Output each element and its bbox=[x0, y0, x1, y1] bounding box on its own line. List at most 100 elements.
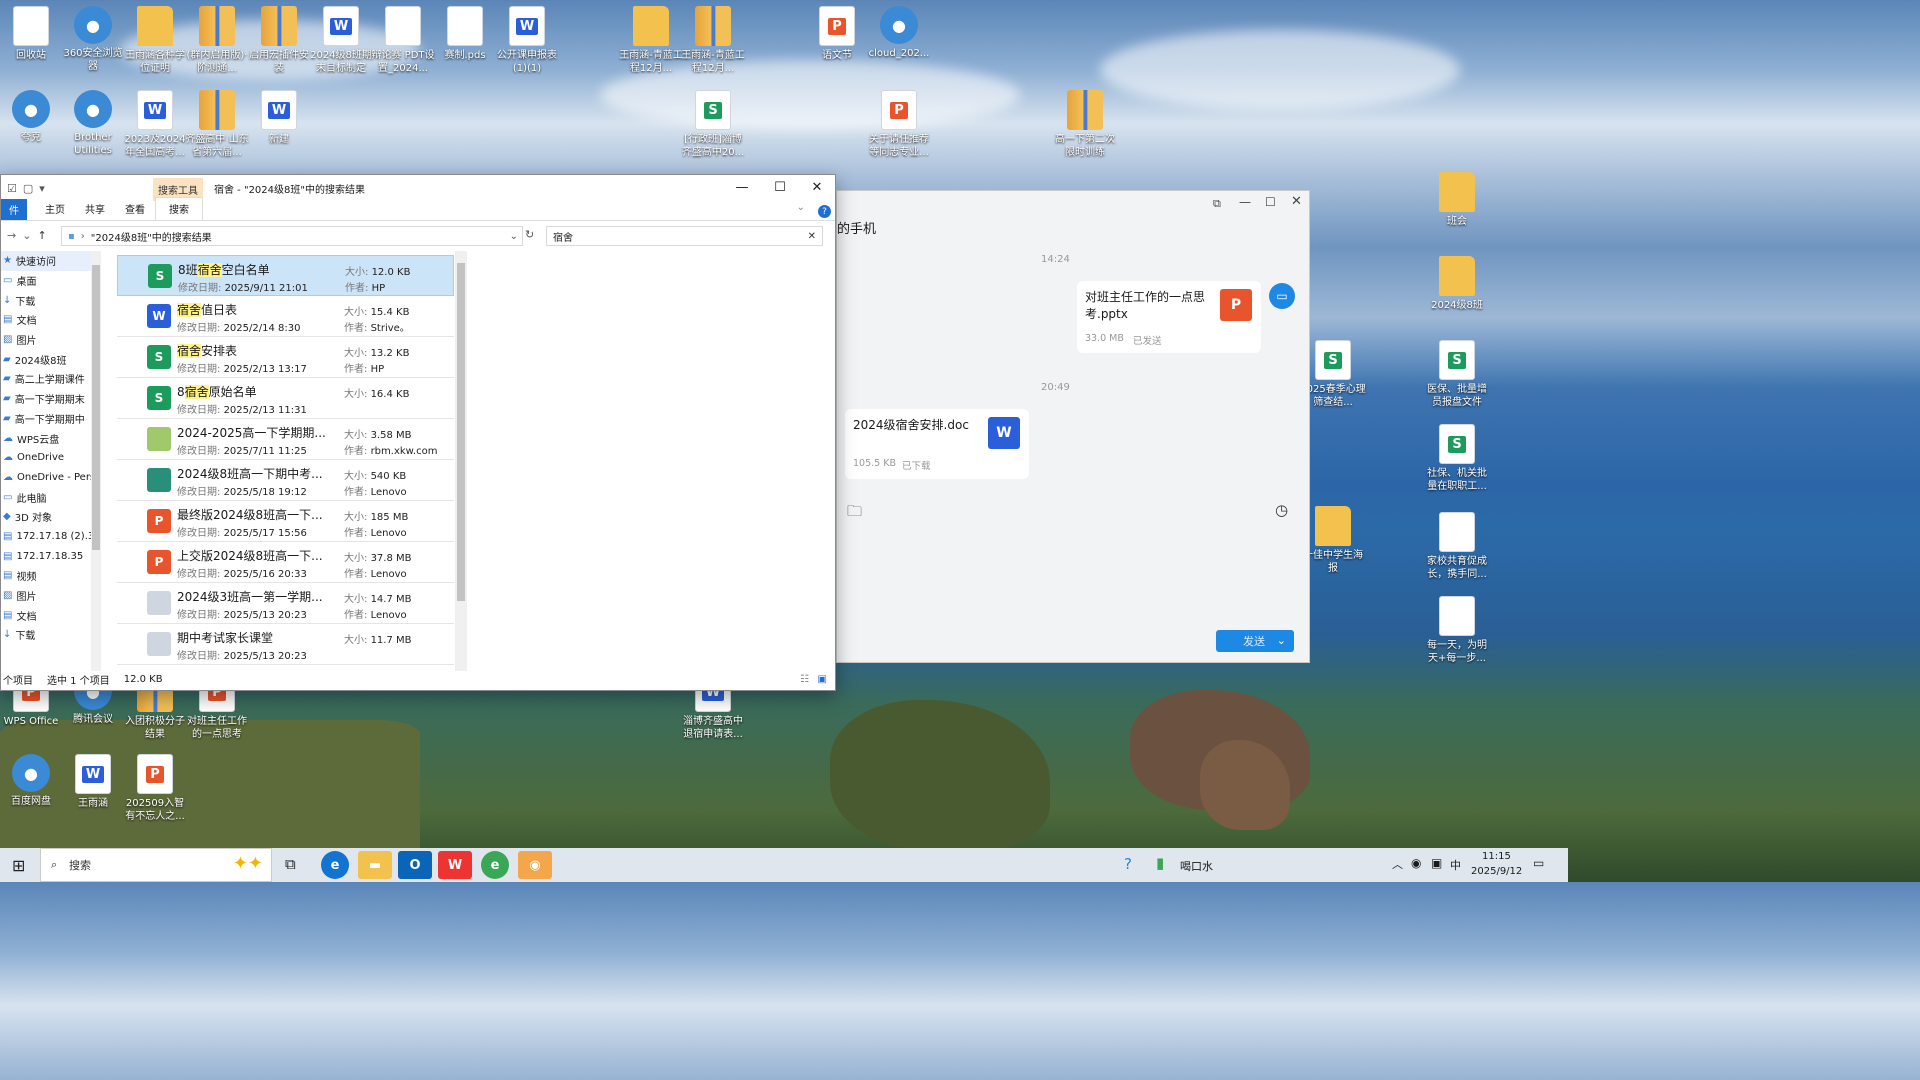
help-tray-icon[interactable]: ? bbox=[1124, 855, 1132, 873]
clock-date[interactable]: 2025/9/12 bbox=[1471, 866, 1522, 877]
nav-item[interactable]: ▤ 文档 bbox=[1, 310, 91, 330]
desktop-icon[interactable]: 王雨涵-青蓝工程12月... bbox=[618, 6, 684, 75]
minimize-button[interactable]: — bbox=[723, 175, 761, 199]
desktop-icon[interactable]: 家校共育促成长，携手同... bbox=[1424, 512, 1490, 581]
search-input[interactable]: 宿舍 ✕ bbox=[546, 226, 823, 246]
wps-icon[interactable]: W bbox=[438, 851, 472, 879]
search-result-row[interactable]: 2024级8班高一下期中考... 修改日期: 2025/5/18 19:12 大小:… bbox=[117, 460, 454, 501]
scroll-thumb[interactable] bbox=[457, 263, 465, 601]
tab-share[interactable]: 共享 bbox=[75, 201, 115, 220]
360-browser-icon[interactable]: e bbox=[481, 851, 509, 879]
search-result-row[interactable]: S 8班宿舍空白名单 修改日期: 2025/9/11 21:01 大小: 12.0 K… bbox=[117, 255, 454, 296]
sent-file-message[interactable]: 对班主任工作的一点思考.pptx 33.0 MB 已发送 P bbox=[1077, 281, 1261, 353]
search-result-row[interactable]: 期中考试家长课堂 修改日期: 2025/5/13 20:23 大小: 11.7 MB bbox=[117, 624, 454, 665]
history-clock-icon[interactable]: ◷ bbox=[1275, 501, 1288, 519]
nav-item[interactable]: ☁ WPS云盘 bbox=[1, 428, 91, 448]
nav-item[interactable]: ▰ 2024级8班 bbox=[1, 349, 91, 369]
desktop-icon[interactable]: 齐盛高中 山东省第六届... bbox=[184, 90, 250, 159]
nav-item[interactable]: ☁ OneDrive bbox=[1, 448, 91, 468]
desktop-icon[interactable]: W 新建 bbox=[246, 90, 312, 146]
start-windows-icon[interactable]: ⊞ bbox=[12, 856, 25, 875]
chevron-down-icon[interactable]: ⌄ bbox=[1277, 634, 1286, 647]
desktop-icon[interactable]: 赛制.pds bbox=[432, 6, 498, 62]
up-icon[interactable]: ↑ bbox=[37, 229, 46, 242]
help-icon[interactable]: ? bbox=[818, 205, 831, 218]
desktop-icon[interactable]: 2024级8班 bbox=[1424, 256, 1490, 312]
nav-item[interactable]: ▰ 高一下学期期末 bbox=[1, 389, 91, 409]
desktop-icon[interactable]: 辩论赛 PDT设置_2024... bbox=[370, 6, 436, 75]
search-result-row[interactable]: S 8宿舍原始名单 修改日期: 2025/2/13 11:31 大小: 16.4 KB bbox=[117, 378, 454, 419]
sparkle-icon[interactable]: ✦✦ bbox=[233, 853, 263, 874]
desktop-icon[interactable]: ● Brother Utilities bbox=[60, 90, 126, 157]
desktop-icon[interactable]: ● cloud_202... bbox=[866, 6, 932, 60]
nav-item[interactable]: ▨ 图片 bbox=[1, 330, 91, 350]
pin-icon[interactable]: ⧉ bbox=[1213, 197, 1221, 211]
properties-icon[interactable]: ☑ bbox=[7, 182, 17, 195]
desktop-icon[interactable]: P 202509入智有不忘人之... bbox=[122, 754, 188, 823]
minimize-button[interactable]: — bbox=[1239, 195, 1251, 209]
details-view-icon[interactable]: ☷ bbox=[800, 674, 809, 685]
notification-icon[interactable]: ▭ bbox=[1533, 856, 1544, 870]
nav-item[interactable]: ◆ 3D 对象 bbox=[1, 507, 91, 527]
clear-search-icon[interactable]: ✕ bbox=[808, 231, 816, 242]
address-bar[interactable]: ▪ › "2024级8班"中的搜索结果 ⌄ bbox=[61, 226, 523, 246]
desktop-icon[interactable]: S 社保、机关批量在职职工... bbox=[1424, 424, 1490, 493]
desktop-icon[interactable]: 王雨涵-青蓝工程12月... bbox=[680, 6, 746, 75]
desktop-icon[interactable]: P 关于请任推荐等同志专业... bbox=[866, 90, 932, 159]
close-button[interactable]: ✕ bbox=[798, 175, 836, 199]
nav-item[interactable]: ▤172.17.18 (2).35 bbox=[1, 527, 91, 547]
chevron-down-icon[interactable]: ▾ bbox=[39, 182, 45, 195]
desktop-icon[interactable]: S 医保、批量增员报盘文件 bbox=[1424, 340, 1490, 409]
nav-item[interactable]: ☁ OneDrive - Person bbox=[1, 468, 91, 488]
nav-item[interactable]: ↓ 下载 bbox=[1, 290, 91, 310]
refresh-icon[interactable]: ↻ bbox=[525, 228, 534, 241]
tab-search[interactable]: 搜索 bbox=[155, 197, 203, 220]
nav-item[interactable]: ↓ 下载 bbox=[1, 625, 91, 645]
search-result-row[interactable]: W 宿舍值日表 修改日期: 2025/2/14 8:30 大小: 15.4 KB 作者:… bbox=[117, 296, 454, 337]
search-result-row[interactable]: 2024级3班高一第一学期... 修改日期: 2025/5/13 20:23 大小:… bbox=[117, 583, 454, 624]
maximize-button[interactable]: ☐ bbox=[761, 175, 799, 199]
desktop-icon[interactable]: 高一下第二次限时训练 bbox=[1052, 90, 1118, 159]
qq-icon[interactable]: ◉ bbox=[518, 851, 552, 879]
close-button[interactable]: ✕ bbox=[1291, 194, 1302, 209]
search-result-row[interactable]: S 宿舍安排表 修改日期: 2025/2/13 13:17 大小: 13.2 KB 作者… bbox=[117, 337, 454, 378]
nav-item[interactable]: ▭ 此电脑 bbox=[1, 487, 91, 507]
desktop-icon[interactable]: W 2023及2024年全国高考... bbox=[122, 90, 188, 159]
nav-item[interactable]: ▨ 图片 bbox=[1, 586, 91, 606]
search-result-row[interactable]: P 最终版2024级8班高一下... 修改日期: 2025/5/17 15:56 大小… bbox=[117, 501, 454, 542]
nav-item[interactable]: ▰ 高一下学期期中 bbox=[1, 409, 91, 429]
results-scrollbar[interactable] bbox=[455, 251, 467, 671]
desktop-icon[interactable]: 班会 bbox=[1424, 172, 1490, 228]
desktop-icon[interactable]: 回收站 bbox=[0, 6, 64, 62]
maximize-button[interactable]: ☐ bbox=[1265, 195, 1276, 209]
record-icon[interactable]: ◉ bbox=[1411, 856, 1421, 870]
tab-view[interactable]: 查看 bbox=[115, 201, 155, 220]
edge-icon[interactable]: e bbox=[321, 851, 349, 879]
nav-item[interactable]: ★ 快速访问 bbox=[1, 251, 91, 271]
search-result-row[interactable]: P 上交版2024级8班高一下... 修改日期: 2025/5/16 20:33 大小… bbox=[117, 542, 454, 583]
file-explorer-icon[interactable]: ▬ bbox=[358, 851, 392, 879]
nav-item[interactable]: ▭ 桌面 bbox=[1, 271, 91, 291]
desktop-icon[interactable]: ● 360安全浏览器 bbox=[60, 6, 126, 73]
folder-icon[interactable]: 🗀 bbox=[847, 501, 862, 526]
desktop-icon[interactable]: P 语文节 bbox=[804, 6, 870, 62]
search-result-row[interactable]: 2024-2025高一下学期期... 修改日期: 2025/7/11 11:25 大… bbox=[117, 419, 454, 460]
back-icon[interactable]: → bbox=[7, 229, 16, 242]
task-view-icon[interactable]: ⧉ bbox=[285, 855, 296, 873]
nav-scrollbar[interactable] bbox=[91, 251, 101, 671]
received-file-message[interactable]: 2024级宿舍安排.doc 105.5 KB 已下载 W bbox=[845, 409, 1029, 479]
taskbar-search[interactable]: ⌕ 搜索 ✦✦ bbox=[40, 848, 272, 882]
outlook-icon[interactable]: O bbox=[398, 851, 432, 879]
cup-icon[interactable]: ▮ bbox=[1156, 854, 1164, 872]
desktop-icon[interactable]: ● 百度网盘 bbox=[0, 754, 64, 808]
tab-file[interactable]: 件 bbox=[1, 199, 27, 220]
nav-item[interactable]: ▤ 172.17.18.35 bbox=[1, 546, 91, 566]
nav-item[interactable]: ▤ 文档 bbox=[1, 605, 91, 625]
new-folder-icon[interactable]: ▢ bbox=[23, 182, 33, 195]
tray-chevron-icon[interactable]: ︿ bbox=[1392, 856, 1403, 872]
address-dropdown-icon[interactable]: ⌄ bbox=[510, 231, 518, 242]
scroll-thumb[interactable] bbox=[92, 265, 100, 550]
recent-dropdown-icon[interactable]: ⌄ bbox=[22, 229, 31, 242]
desktop-icon[interactable]: W 2024级8班期末目标制定 bbox=[308, 6, 374, 75]
desktop-icon[interactable]: W 公开课申报表(1)(1) bbox=[494, 6, 560, 75]
